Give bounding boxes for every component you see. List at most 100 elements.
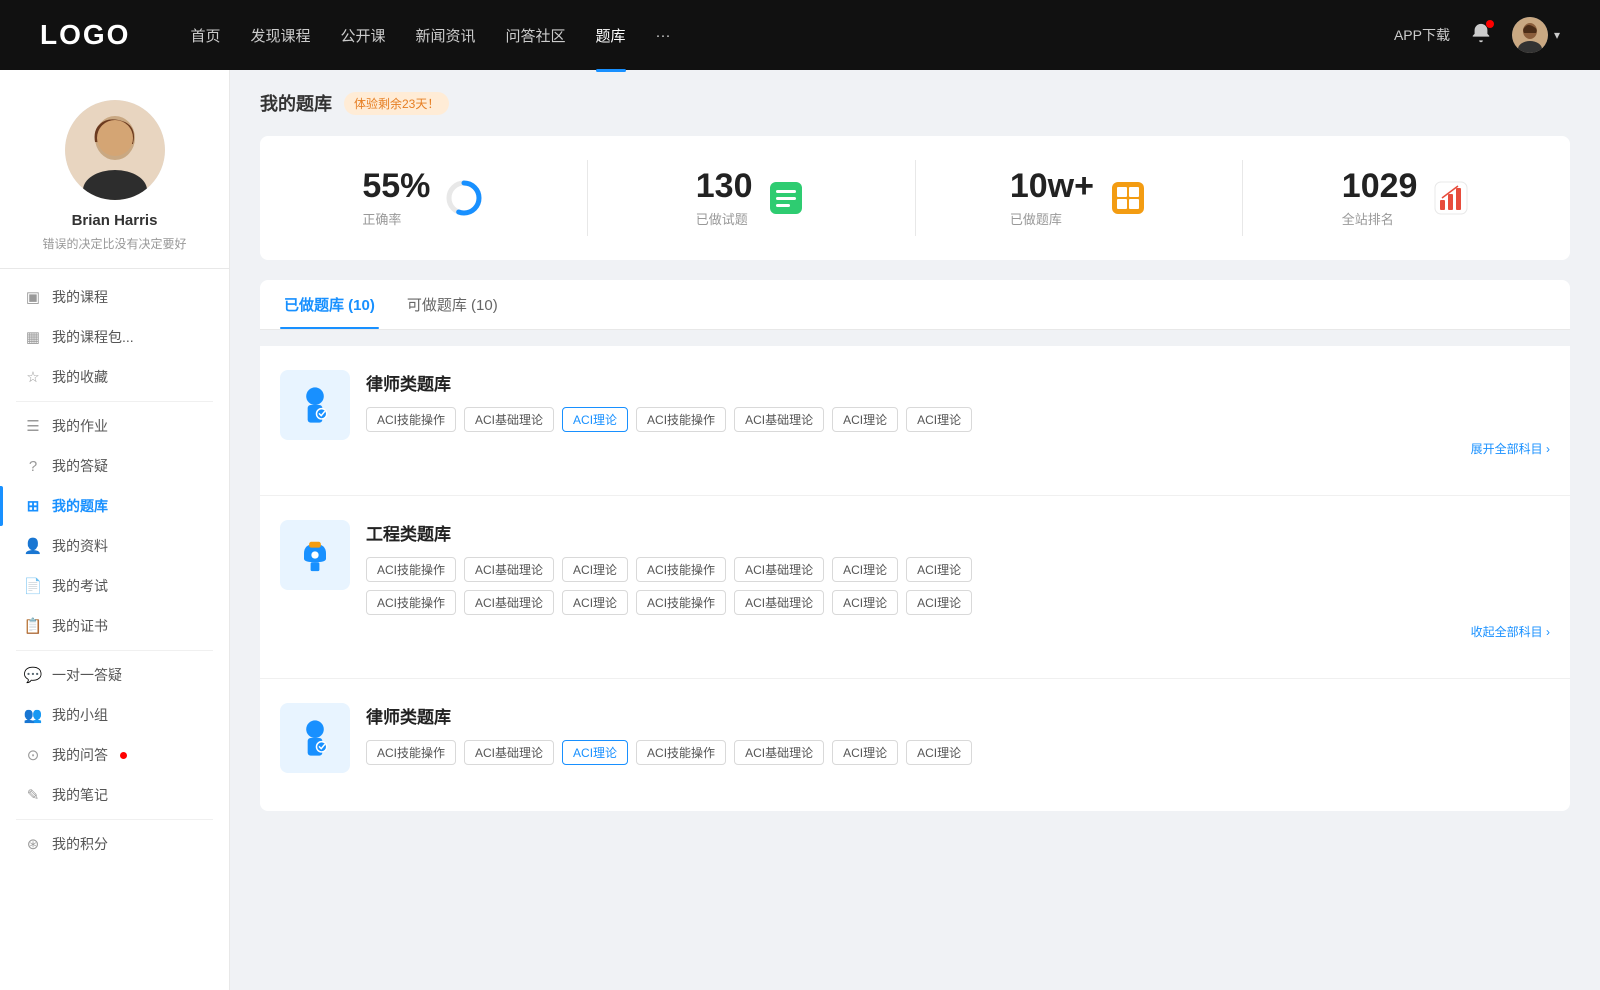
stat-accuracy-text: 55% 正确率 [362, 168, 430, 228]
sidebar-item-favorites[interactable]: ☆ 我的收藏 [0, 357, 229, 397]
sidebar-item-points[interactable]: ⊛ 我的积分 [0, 824, 229, 864]
qbank-tag[interactable]: ACI基础理论 [464, 557, 554, 582]
sidebar-item-exam[interactable]: 📄 我的考试 [0, 566, 229, 606]
sidebar-item-package[interactable]: ▦ 我的课程包... [0, 317, 229, 357]
qbank-tag[interactable]: ACI技能操作 [636, 740, 726, 765]
sidebar-divider-2 [16, 650, 213, 651]
nav-more[interactable]: ··· [656, 23, 671, 48]
stat-accuracy: 55% 正确率 [260, 160, 588, 236]
nav-open[interactable]: 公开课 [340, 21, 385, 50]
stat-ranking-label: 全站排名 [1342, 209, 1418, 228]
sidebar-item-myqa[interactable]: ⊙ 我的问答 [0, 735, 229, 775]
collapse-button-2[interactable]: 收起全部科目 › [366, 623, 1550, 640]
sidebar-label-qbank: 我的题库 [52, 496, 108, 516]
nav-links: 首页 发现课程 公开课 新闻资讯 问答社区 题库 ··· [190, 21, 1394, 50]
tabs-bar: 已做题库 (10) 可做题库 (10) [260, 280, 1570, 330]
nav-qa[interactable]: 问答社区 [506, 21, 566, 50]
stat-done-banks-number: 10w+ [1010, 168, 1094, 205]
tab-done-banks[interactable]: 已做题库 (10) [280, 280, 379, 329]
package-icon: ▦ [24, 328, 42, 346]
sidebar-item-notes[interactable]: ✎ 我的笔记 [0, 775, 229, 815]
nav-news[interactable]: 新闻资讯 [416, 21, 476, 50]
sidebar-label-course: 我的课程 [52, 287, 108, 307]
qbank-tag[interactable]: ACI理论 [832, 590, 898, 615]
qbank-tag[interactable]: ACI理论 [906, 407, 972, 432]
sidebar-item-group[interactable]: 👥 我的小组 [0, 695, 229, 735]
stats-card: 55% 正确率 130 已做试题 [260, 136, 1570, 260]
qbank-tag[interactable]: ACI技能操作 [366, 557, 456, 582]
qbank-tag[interactable]: ACI基础理论 [464, 590, 554, 615]
sidebar-item-qa[interactable]: ? 我的答疑 [0, 446, 229, 486]
sidebar-label-oneonone: 一对一答疑 [52, 665, 122, 685]
profile-section: Brian Harris 错误的决定比没有决定要好 [0, 70, 229, 269]
qbank-tag[interactable]: ACI技能操作 [366, 590, 456, 615]
sidebar-menu: ▣ 我的课程 ▦ 我的课程包... ☆ 我的收藏 ☰ 我的作业 ? 我的答疑 ⊞ [0, 269, 229, 872]
app-download-button[interactable]: APP下载 [1394, 25, 1450, 45]
qbank-card-2: 工程类题库 ACI技能操作 ACI基础理论 ACI理论 ACI技能操作 ACI基… [260, 496, 1570, 679]
sidebar-item-data[interactable]: 👤 我的资料 [0, 526, 229, 566]
stat-accuracy-label: 正确率 [362, 209, 430, 228]
expand-button-1[interactable]: 展开全部科目 › [366, 440, 1550, 457]
nav-home[interactable]: 首页 [190, 21, 220, 50]
stat-done-questions-text: 130 已做试题 [696, 168, 753, 228]
qbank-tag[interactable]: ACI技能操作 [636, 590, 726, 615]
sidebar-label-package: 我的课程包... [52, 327, 134, 347]
qbank-tag[interactable]: ACI理论 [906, 590, 972, 615]
qbank-tag[interactable]: ACI技能操作 [366, 740, 456, 765]
qbank-tag[interactable]: ACI技能操作 [366, 407, 456, 432]
qbank-tag[interactable]: ACI基础理论 [734, 407, 824, 432]
user-avatar-wrap[interactable]: ▾ [1512, 17, 1560, 53]
qbank-tag[interactable]: ACI理论 [906, 740, 972, 765]
page-body: Brian Harris 错误的决定比没有决定要好 ▣ 我的课程 ▦ 我的课程包… [0, 70, 1600, 990]
sidebar-item-oneonone[interactable]: 💬 一对一答疑 [0, 655, 229, 695]
stat-done-questions-label: 已做试题 [696, 209, 753, 228]
qbank-tag[interactable]: ACI基础理论 [734, 557, 824, 582]
qbank-tag[interactable]: ACI理论 [832, 407, 898, 432]
qbank-tag[interactable]: ACI基础理论 [734, 740, 824, 765]
qbank-tag-selected[interactable]: ACI理论 [562, 407, 628, 432]
oneonone-icon: 💬 [24, 666, 42, 684]
tabs-content-wrap: 已做题库 (10) 可做题库 (10) [260, 280, 1570, 811]
sidebar-divider-1 [16, 401, 213, 402]
qbank-title-3: 律师类题库 [366, 703, 1550, 728]
qbank-tag[interactable]: ACI基础理论 [734, 590, 824, 615]
sidebar-item-certificate[interactable]: 📋 我的证书 [0, 606, 229, 646]
qbank-tag[interactable]: ACI基础理论 [464, 740, 554, 765]
stat-done-banks-icon [1108, 178, 1148, 218]
qbank-tag[interactable]: ACI理论 [562, 590, 628, 615]
qbank-icon: ⊞ [24, 497, 42, 515]
qbank-tag[interactable]: ACI基础理论 [464, 407, 554, 432]
stat-done-banks: 10w+ 已做题库 [916, 160, 1244, 236]
qbank-tags-row2-2: ACI技能操作 ACI基础理论 ACI理论 ACI技能操作 ACI基础理论 AC… [366, 590, 1550, 615]
qbank-tags-1: ACI技能操作 ACI基础理论 ACI理论 ACI技能操作 ACI基础理论 AC… [366, 407, 1550, 432]
stat-done-banks-text: 10w+ 已做题库 [1010, 168, 1094, 228]
nav-discover[interactable]: 发现课程 [250, 21, 310, 50]
sidebar-item-qbank[interactable]: ⊞ 我的题库 [0, 486, 229, 526]
chevron-down-icon: ▾ [1554, 28, 1560, 42]
qbank-tag[interactable]: ACI技能操作 [636, 557, 726, 582]
qbank-tag-selected[interactable]: ACI理论 [562, 740, 628, 765]
course-icon: ▣ [24, 288, 42, 306]
notification-bell[interactable] [1470, 22, 1492, 49]
qbank-icon-lawyer-1 [280, 370, 350, 440]
trial-badge: 体验剩余23天！ [344, 92, 449, 115]
qbank-tag[interactable]: ACI技能操作 [636, 407, 726, 432]
stat-ranking-text: 1029 全站排名 [1342, 168, 1418, 228]
stat-done-questions-number: 130 [696, 168, 753, 205]
qbank-header-3: 律师类题库 ACI技能操作 ACI基础理论 ACI理论 ACI技能操作 ACI基… [280, 703, 1550, 773]
qbank-title-wrap-2: 工程类题库 ACI技能操作 ACI基础理论 ACI理论 ACI技能操作 ACI基… [366, 520, 1550, 640]
qbank-tag[interactable]: ACI理论 [832, 557, 898, 582]
sidebar-item-homework[interactable]: ☰ 我的作业 [0, 406, 229, 446]
qbank-tag[interactable]: ACI理论 [832, 740, 898, 765]
qbank-tag[interactable]: ACI理论 [906, 557, 972, 582]
stat-ranking: 1029 全站排名 [1243, 160, 1570, 236]
qa-icon: ? [24, 457, 42, 475]
qbank-header-2: 工程类题库 ACI技能操作 ACI基础理论 ACI理论 ACI技能操作 ACI基… [280, 520, 1550, 640]
nav-qbank[interactable]: 题库 [596, 21, 626, 50]
sidebar-divider-3 [16, 819, 213, 820]
sidebar-label-data: 我的资料 [52, 536, 108, 556]
sidebar-item-course[interactable]: ▣ 我的课程 [0, 277, 229, 317]
qbank-tag[interactable]: ACI理论 [562, 557, 628, 582]
qbank-card-1: 律师类题库 ACI技能操作 ACI基础理论 ACI理论 ACI技能操作 ACI基… [260, 346, 1570, 496]
tab-available-banks[interactable]: 可做题库 (10) [403, 280, 502, 329]
